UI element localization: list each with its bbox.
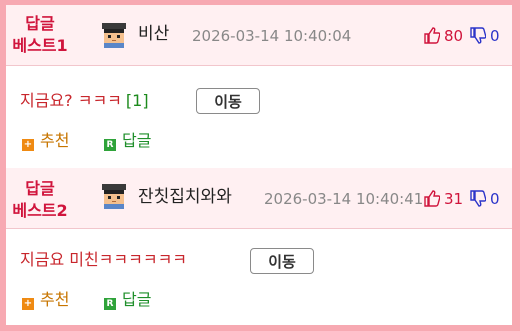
reply-label: 답글: [122, 131, 152, 150]
move-button[interactable]: 이동: [250, 248, 314, 274]
best-label-line1: 답글: [25, 14, 55, 33]
comment-datetime: 2026-03-14 10:40:04: [192, 27, 352, 45]
pixel-avatar-icon: [102, 184, 126, 209]
nickname[interactable]: 잔칫집치와와: [138, 186, 232, 208]
downvote-count: 0: [490, 27, 500, 45]
best-label-line2: 베스트1: [12, 36, 68, 55]
comment-text: 지금요 미친ㅋㅋㅋㅋㅋㅋ: [20, 250, 188, 269]
recommend-button[interactable]: + 추천: [22, 289, 69, 311]
comment-text: 지금요? ㅋㅋㅋ: [20, 91, 122, 110]
comment-content: 지금요? ㅋㅋㅋ [1]: [20, 90, 149, 112]
plus-icon: +: [22, 139, 34, 151]
move-button[interactable]: 이동: [196, 88, 260, 114]
best-label-line2: 베스트2: [12, 201, 68, 220]
comment-header: 답글 베스트2 잔칫집치와와 2026-03-14 10:40:41 31 0: [6, 168, 512, 229]
best-label: 답글 베스트1: [12, 13, 68, 57]
best-comments-panel: 답글 베스트1 비산 2026-03-14 10:40:04 80 0 지금요?…: [6, 5, 512, 325]
pixel-avatar-icon: [102, 23, 126, 48]
best-label-line1: 답글: [25, 179, 55, 198]
thumbs-up-icon[interactable]: [424, 27, 440, 44]
comment-header: 답글 베스트1 비산 2026-03-14 10:40:04 80 0: [6, 5, 512, 66]
thumbs-up-icon[interactable]: [424, 190, 440, 207]
reply-label: 답글: [122, 290, 152, 309]
upvote-count: 31: [444, 190, 464, 208]
reply-button[interactable]: R 답글: [104, 130, 151, 152]
upvote-count: 80: [444, 27, 464, 45]
reply-count: [1]: [125, 91, 149, 110]
best-label: 답글 베스트2: [12, 178, 68, 222]
comment-datetime: 2026-03-14 10:40:41: [264, 190, 424, 208]
recommend-label: 추천: [40, 131, 70, 150]
thumbs-down-icon[interactable]: [470, 190, 486, 207]
r-icon: R: [104, 298, 116, 310]
recommend-label: 추천: [40, 290, 70, 309]
comment-content: 지금요 미친ㅋㅋㅋㅋㅋㅋ: [20, 249, 191, 271]
thumbs-down-icon[interactable]: [470, 27, 486, 44]
recommend-button[interactable]: + 추천: [22, 130, 69, 152]
nickname[interactable]: 비산: [138, 23, 169, 45]
downvote-count: 0: [490, 190, 500, 208]
r-icon: R: [104, 139, 116, 151]
plus-icon: +: [22, 298, 34, 310]
reply-button[interactable]: R 답글: [104, 289, 151, 311]
